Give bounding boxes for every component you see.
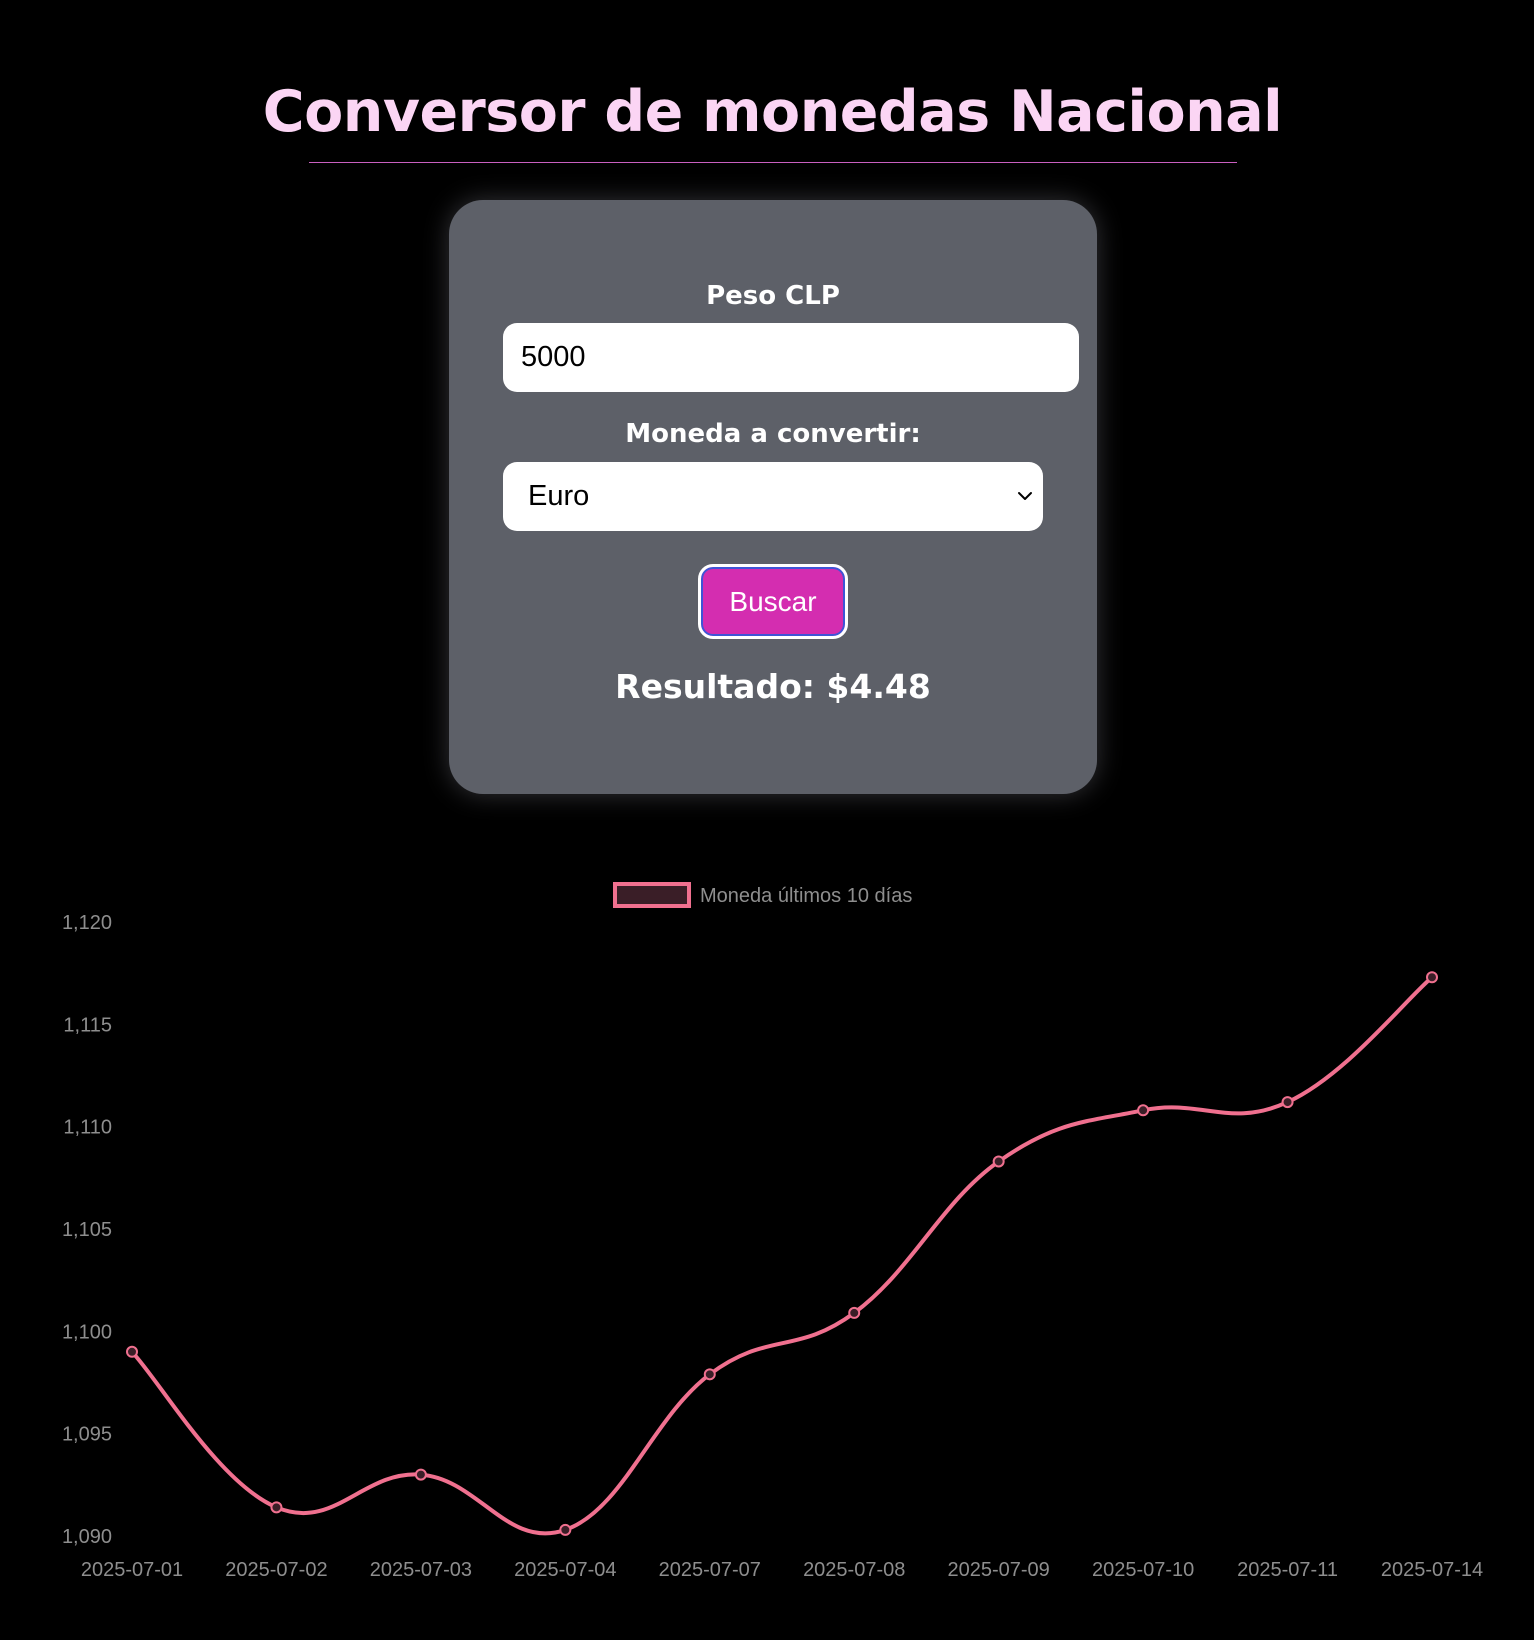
currency-select[interactable]: Euro [503,462,1043,531]
y-tick-label: 1,090 [62,1526,112,1548]
x-tick-label: 2025-07-07 [659,1559,761,1581]
search-button[interactable]: Buscar [698,564,848,639]
line-chart: Moneda últimos 10 días 1,0901,0951,1001,… [62,882,1483,1581]
x-tick-label: 2025-07-10 [1092,1559,1194,1581]
legend-label: Moneda últimos 10 días [700,885,912,907]
page: Conversor de monedas Nacional Peso CLP M… [0,0,1534,1640]
y-tick-label: 1,120 [62,912,112,934]
data-point[interactable] [848,1306,861,1319]
converter-card: Peso CLP Moneda a convertir: Euro Buscar… [449,200,1097,794]
y-axis: 1,090 1,095 1,100 1,105 1,110 1,115 1,120 [62,912,112,1548]
x-tick-label: 2025-07-08 [803,1559,905,1581]
currency-selected-value: Euro [528,480,590,512]
series-line [130,975,1434,1536]
x-tick-label: 2025-07-09 [948,1559,1050,1581]
x-tick-label: 2025-07-01 [81,1559,183,1581]
title-divider [309,162,1237,163]
chart-series [126,971,1438,1536]
legend-swatch[interactable] [613,882,691,908]
data-point[interactable] [126,1345,138,1358]
data-point[interactable] [703,1368,716,1381]
data-point[interactable] [270,1501,283,1514]
x-tick-label: 2025-07-14 [1381,1559,1483,1581]
y-tick-label: 1,105 [62,1219,112,1241]
currency-label: Moneda a convertir: [625,419,921,449]
x-tick-label: 2025-07-03 [370,1559,472,1581]
data-point[interactable] [414,1468,427,1481]
y-tick-label: 1,115 [63,1014,112,1036]
x-axis: 2025-07-01 2025-07-02 2025-07-03 2025-07-04… [81,1559,1483,1581]
y-tick-label: 1,110 [63,1117,112,1139]
x-tick-label: 2025-07-11 [1237,1559,1338,1581]
data-point[interactable] [559,1523,572,1536]
data-point[interactable] [1137,1104,1150,1117]
data-point[interactable] [1426,971,1438,984]
chart-legend: Moneda últimos 10 días [613,882,912,908]
data-point[interactable] [1281,1096,1294,1109]
x-tick-label: 2025-07-02 [225,1559,327,1581]
y-tick-label: 1,100 [62,1321,112,1343]
result-text: Resultado: $4.48 [615,667,931,706]
amount-input[interactable] [503,323,1079,392]
chevron-down-icon [1018,492,1032,500]
x-tick-label: 2025-07-04 [514,1559,616,1581]
data-point[interactable] [992,1155,1005,1168]
page-title: Conversor de monedas Nacional [262,79,1283,145]
amount-label: Peso CLP [706,281,840,311]
y-tick-label: 1,095 [62,1424,112,1446]
